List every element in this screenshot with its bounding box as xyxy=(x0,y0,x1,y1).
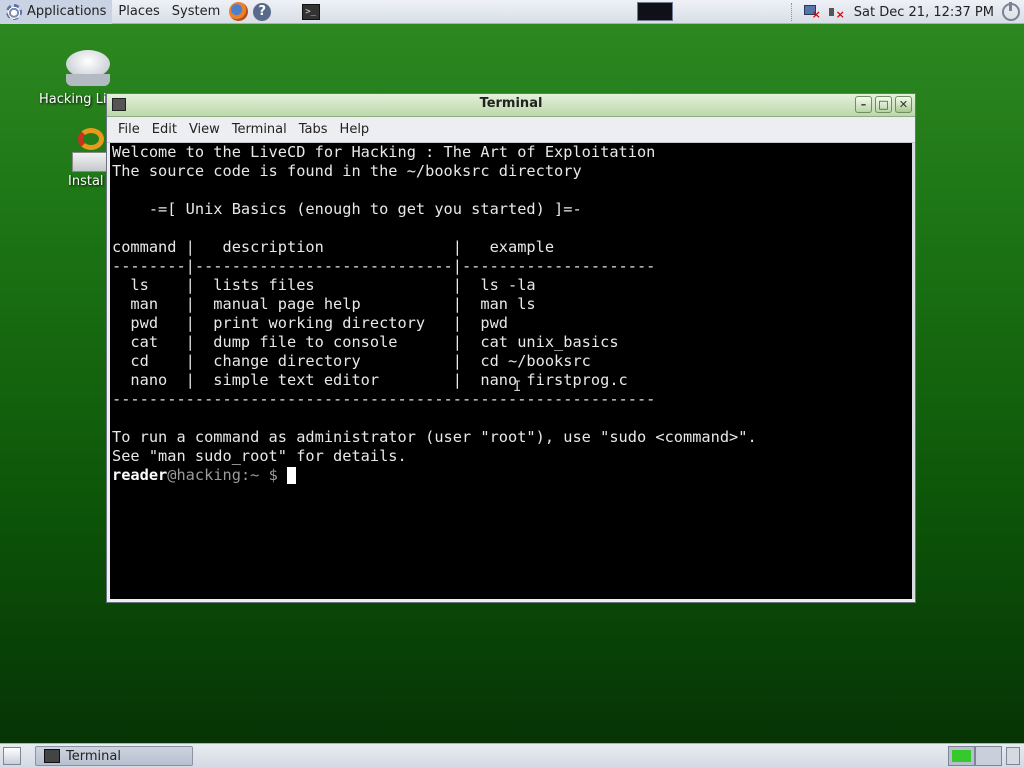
trash-icon[interactable] xyxy=(1006,747,1020,765)
terminal-output: Welcome to the LiveCD for Hacking : The … xyxy=(112,143,757,465)
applications-menu-label: Applications xyxy=(27,4,107,19)
prompt-symbol: $ xyxy=(259,466,288,484)
clock[interactable]: Sat Dec 21, 12:37 PM xyxy=(848,5,1000,20)
places-menu-label: Places xyxy=(118,4,160,19)
help-icon: ? xyxy=(253,2,272,21)
terminal-icon: >_ xyxy=(302,3,321,20)
window-title: Terminal xyxy=(479,96,543,111)
close-button[interactable]: ✕ xyxy=(895,96,912,113)
menu-tabs[interactable]: Tabs xyxy=(293,120,334,139)
taskbar-item-label: Terminal xyxy=(66,748,121,764)
window-menubar: File Edit View Terminal Tabs Help xyxy=(107,117,915,143)
system-menu-label: System xyxy=(171,4,221,19)
system-menu[interactable]: System xyxy=(166,0,226,24)
menu-edit[interactable]: Edit xyxy=(146,120,183,139)
prompt-user: reader xyxy=(112,466,168,484)
terminal-screen[interactable]: Welcome to the LiveCD for Hacking : The … xyxy=(110,143,912,599)
terminal-launcher[interactable]: >_ xyxy=(300,1,322,23)
tray-separator xyxy=(790,3,796,21)
applications-menu[interactable]: Applications xyxy=(0,0,113,24)
workspace-1[interactable] xyxy=(948,746,975,766)
minimize-button[interactable]: – xyxy=(855,96,872,113)
prompt-host: @hacking xyxy=(167,466,241,484)
firefox-icon xyxy=(228,2,248,21)
menu-help[interactable]: Help xyxy=(334,120,376,139)
places-menu[interactable]: Places xyxy=(112,0,165,24)
terminal-scrollbar[interactable] xyxy=(912,143,915,599)
maximize-button[interactable]: □ xyxy=(875,96,892,113)
terminal-window: Terminal – □ ✕ File Edit View Terminal T… xyxy=(106,93,916,603)
text-cursor xyxy=(287,467,297,484)
volume-muted-icon[interactable]: × xyxy=(827,4,845,20)
prompt-path: :~ xyxy=(240,466,260,484)
window-titlebar[interactable]: Terminal – □ ✕ xyxy=(107,94,915,117)
show-desktop-icon[interactable] xyxy=(3,747,21,765)
workspace-indicator[interactable] xyxy=(637,2,673,21)
menu-terminal[interactable]: Terminal xyxy=(226,120,293,139)
power-icon[interactable] xyxy=(1002,2,1020,21)
gnome-foot-icon xyxy=(6,3,22,20)
terminal-icon xyxy=(44,749,60,763)
shell-prompt[interactable]: reader @hacking:~ $ xyxy=(110,466,912,485)
workspace-2[interactable] xyxy=(975,746,1002,766)
workspace-switcher xyxy=(948,746,1002,766)
system-tray: × × Sat Dec 21, 12:37 PM xyxy=(787,0,1024,24)
menu-file[interactable]: File xyxy=(112,120,146,139)
cd-drive-icon xyxy=(66,50,110,88)
ibeam-pointer-icon: I xyxy=(513,379,522,395)
bottom-panel: Terminal xyxy=(0,743,1024,768)
help-launcher[interactable]: ? xyxy=(251,1,273,23)
menu-view[interactable]: View xyxy=(183,120,226,139)
firefox-launcher[interactable] xyxy=(227,1,249,23)
taskbar-item-terminal[interactable]: Terminal xyxy=(35,746,193,766)
window-controls: – □ ✕ xyxy=(852,96,912,113)
network-disconnected-icon[interactable]: × xyxy=(803,4,821,20)
